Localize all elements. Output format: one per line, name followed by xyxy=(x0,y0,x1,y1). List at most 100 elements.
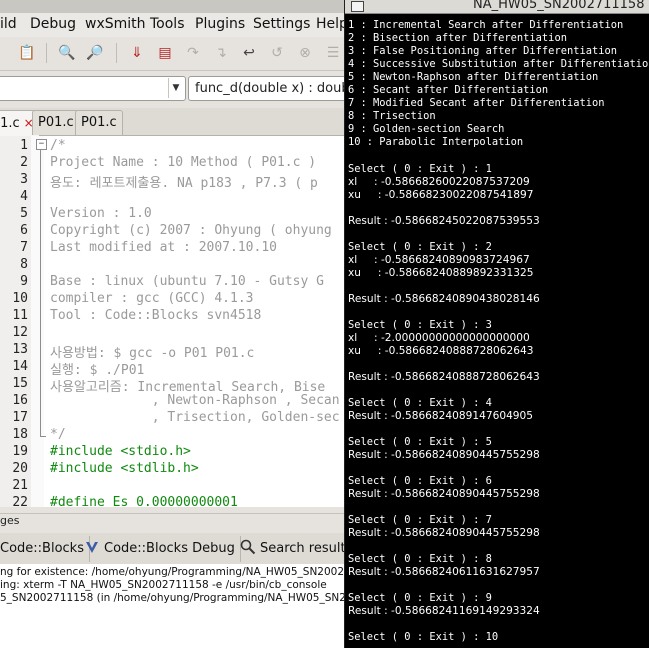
code-line: Tool : Code::Blocks svn4518 xyxy=(50,308,262,323)
find-icon[interactable]: 🔍 xyxy=(56,43,78,63)
terminal-menu-line: 8 : Trisection xyxy=(348,110,436,122)
terminal-output-line: Result : -0.58668245022087539553 xyxy=(348,215,540,227)
line-number: 18 xyxy=(12,427,28,442)
fold-margin xyxy=(31,136,44,507)
terminal-output-line: Result : -0.58668240611631627957 xyxy=(348,566,540,578)
menu-build[interactable]: ild xyxy=(0,16,17,32)
terminal-output-line: Result : -0.58668240890445755298 xyxy=(348,449,540,461)
ide-window: ild Debug wxSmith Tools Plugins Settings… xyxy=(0,0,344,648)
terminal-menu-line: 2 : Bisection after Differentiation xyxy=(348,32,567,44)
menu-wxsmith[interactable]: wxSmith xyxy=(85,16,146,32)
terminal-title: NA_HW05_SN2002711158 xyxy=(473,0,645,12)
logs-panel-title: ges xyxy=(0,513,344,534)
terminal-menu-line: 9 : Golden-section Search xyxy=(348,123,505,135)
toolbar-separator xyxy=(116,43,117,63)
line-number: 14 xyxy=(12,359,28,374)
line-number: 13 xyxy=(12,342,28,357)
fold-toggle-icon[interactable]: − xyxy=(36,139,47,150)
terminal-output-line: Select ( 0 : Exit ) : 7 xyxy=(348,514,492,526)
terminal-output-line: Result : -0.58668240888728062643 xyxy=(348,371,540,383)
debug-step-icon[interactable]: ↺ xyxy=(266,43,288,63)
tab-p01-2[interactable]: P01.c xyxy=(32,110,80,135)
menu-settings[interactable]: Settings xyxy=(253,16,310,32)
terminal-menu-line: 5 : Newton-Raphson after Differentiation xyxy=(348,71,599,83)
debug-step-into-icon[interactable]: ↴ xyxy=(210,43,232,63)
replace-icon[interactable]: 🔎 xyxy=(84,43,106,63)
debug-start-icon[interactable]: ▤ xyxy=(154,43,176,63)
menu-tools[interactable]: Tools xyxy=(150,16,185,32)
tab-label: Search result xyxy=(260,541,344,556)
terminal-output-line: xu : -0.58668240889892331325 xyxy=(348,267,534,279)
terminal-output-line: Select ( 0 : Exit ) : 6 xyxy=(348,475,492,487)
line-number: 15 xyxy=(12,376,28,391)
terminal-output-line: xl : -2.00000000000000000000 xyxy=(348,332,530,344)
debug-step-out-icon[interactable]: ↩ xyxy=(238,43,260,63)
line-number: 6 xyxy=(20,223,28,238)
code-editor[interactable]: − /* Project Name : 10 Method ( P01.c ) 용도… xyxy=(0,136,344,507)
terminal-output-line: xl : -0.58668240890983724967 xyxy=(348,254,530,266)
code-line: Base : linux (ubuntu 7.10 - Gutsy G xyxy=(50,274,324,289)
line-number: 3 xyxy=(20,172,28,187)
code-line: compiler : gcc (GCC) 4.1.3 xyxy=(50,291,254,306)
ide-title-bar xyxy=(0,0,344,13)
tab-p01-3[interactable]: P01.c xyxy=(75,110,123,135)
code-completion-bar: ▼ func_d(double x) : double xyxy=(0,71,344,103)
terminal-menu-line: 6 : Secant after Differentiation xyxy=(348,84,549,96)
tab-codeblocks-log[interactable]: Code::Blocks xyxy=(0,536,90,562)
search-icon xyxy=(240,539,256,555)
terminal-output-line: Select ( 0 : Exit ) : 9 xyxy=(348,592,492,604)
terminal-output-line: Select ( 0 : Exit ) : 5 xyxy=(348,436,492,448)
chevron-down-icon[interactable]: ▼ xyxy=(168,78,183,98)
function-combo[interactable]: func_d(double x) : double xyxy=(188,76,344,101)
debug-run-to-cursor-icon[interactable]: ⇓ xyxy=(126,43,148,63)
terminal-output-line: Result : -0.58668241169149293324 xyxy=(348,605,540,617)
terminal-window[interactable]: NA_HW05_SN2002711158 1 : Incremental Sea… xyxy=(344,0,649,648)
terminal-output-line: Select ( 0 : Exit ) : 1 xyxy=(348,163,492,175)
toolbar-separator xyxy=(46,43,47,63)
scope-combo[interactable]: ▼ xyxy=(0,76,186,101)
line-number: 17 xyxy=(12,410,28,425)
code-line: /* xyxy=(50,138,66,153)
window-menu-icon[interactable] xyxy=(351,1,364,12)
line-number: 19 xyxy=(12,444,28,459)
terminal-output-line: Select ( 0 : Exit ) : 3 xyxy=(348,319,492,331)
line-number: 1 xyxy=(20,138,28,153)
line-number: 20 xyxy=(12,461,28,476)
debug-stop-icon[interactable]: ⊗ xyxy=(294,43,316,63)
terminal-output-line: Result : -0.58668240890438028146 xyxy=(348,293,540,305)
code-line: #include <stdlib.h> xyxy=(50,461,199,476)
line-number: 8 xyxy=(20,257,28,272)
debug-windows-icon[interactable]: ☰ xyxy=(322,43,344,63)
log-line: ng for existence: /home/ohyung/Programmi… xyxy=(0,566,344,578)
line-number: 9 xyxy=(20,274,28,289)
terminal-output-line: Select ( 0 : Exit ) : 10 xyxy=(348,631,499,643)
menu-debug[interactable]: Debug xyxy=(30,16,76,32)
terminal-output-line: Result : -0.58668240890445755298 xyxy=(348,488,540,500)
tab-label: P01.c xyxy=(38,115,74,130)
line-number: 5 xyxy=(20,206,28,221)
line-number: 22 xyxy=(12,495,28,507)
menu-help[interactable]: Help xyxy=(316,16,344,32)
build-log: ng for existence: /home/ohyung/Programmi… xyxy=(0,564,344,648)
tab-codeblocks-debug[interactable]: Code::Blocks Debug xyxy=(84,536,241,562)
code-line: Version : 1.0 xyxy=(50,206,152,221)
code-line: , Trisection, Golden-sec xyxy=(50,410,340,425)
log-tabs: Code::Blocks Code::Blocks Debug Search r… xyxy=(0,533,344,565)
tab-label: Code::Blocks xyxy=(0,541,84,556)
paste-icon[interactable]: 📋 xyxy=(16,43,38,63)
tab-search-results[interactable]: Search result xyxy=(240,536,344,562)
terminal-title-bar[interactable]: NA_HW05_SN2002711158 xyxy=(345,0,649,14)
debug-next-line-icon[interactable]: ↷ xyxy=(182,43,204,63)
line-number: 7 xyxy=(20,240,28,255)
terminal-menu-line: 7 : Modified Secant after Differentiatio… xyxy=(348,97,605,109)
code-line: #include <stdio.h> xyxy=(50,444,191,459)
menu-plugins[interactable]: Plugins xyxy=(195,16,245,32)
fold-guide-line xyxy=(40,150,41,436)
code-line: Project Name : 10 Method ( P01.c ) xyxy=(50,155,317,170)
terminal-output: 1 : Incremental Search after Differentia… xyxy=(345,13,649,648)
line-number: 10 xyxy=(12,291,28,306)
terminal-output-line: Select ( 0 : Exit ) : 4 xyxy=(348,397,492,409)
log-line: ing: xterm -T NA_HW05_SN2002711158 -e /u… xyxy=(0,579,327,591)
code-line: , Newton-Raphson , Secan xyxy=(50,393,340,408)
terminal-menu-line: 3 : False Positioning after Differentiat… xyxy=(348,45,617,57)
